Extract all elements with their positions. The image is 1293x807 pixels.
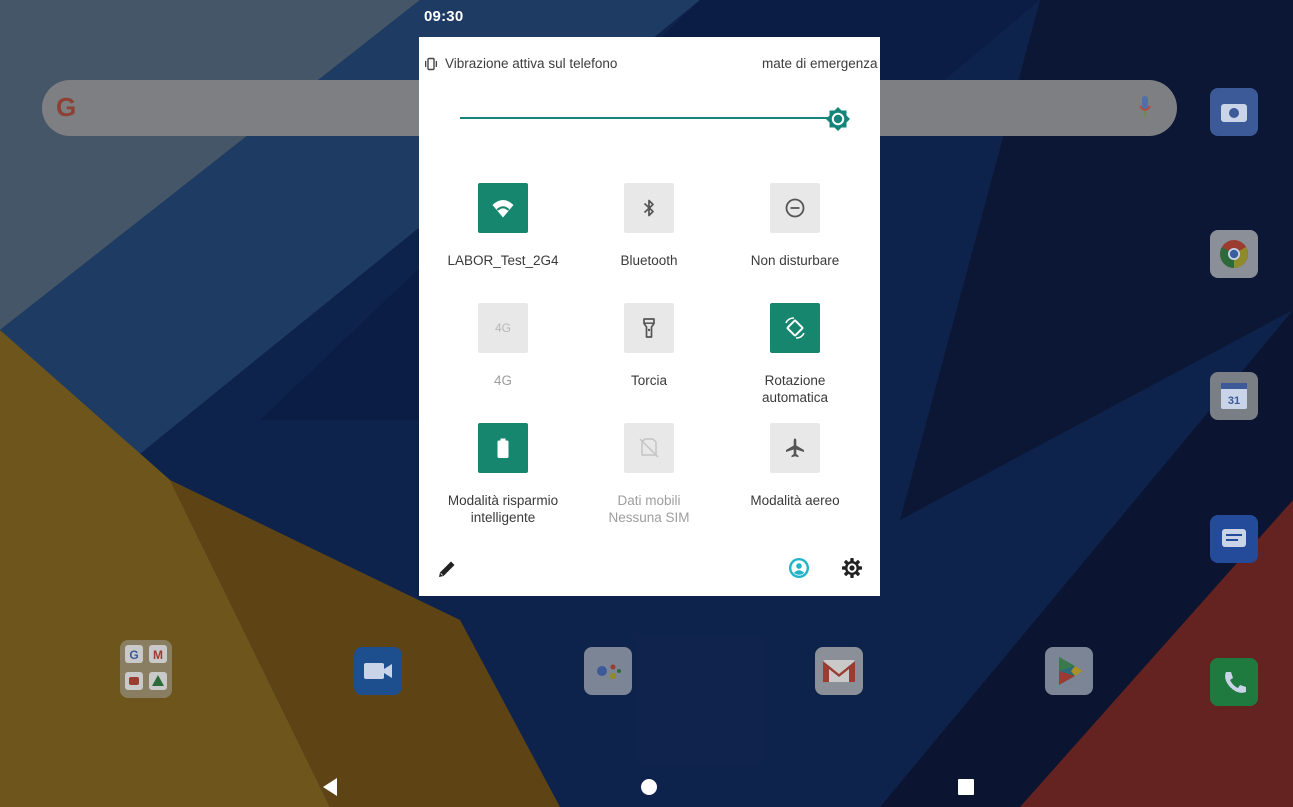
- svg-text:G: G: [129, 648, 138, 662]
- google-folder-icon[interactable]: GM: [120, 640, 172, 698]
- battery-label-primary: Modalità risparmio: [447, 493, 559, 508]
- svg-text:M: M: [153, 648, 163, 662]
- flashlight-icon: [643, 318, 655, 338]
- brightness-track[interactable]: [460, 117, 838, 119]
- battery-tile-button[interactable]: [478, 423, 528, 473]
- battery-icon: [497, 438, 509, 458]
- assistant-icon[interactable]: [584, 647, 632, 695]
- edit-icon[interactable]: [435, 557, 459, 581]
- gmail-icon[interactable]: [815, 647, 863, 695]
- emergency-alerts-text[interactable]: mate di emergenza: [762, 56, 880, 71]
- torch-label-primary: Torcia: [630, 373, 667, 388]
- messages-icon[interactable]: [1210, 515, 1258, 563]
- data-tile-label: Dati mobili Nessuna SIM: [574, 492, 724, 526]
- do-not-disturb-icon: [785, 198, 805, 218]
- bluetooth-tile-label: Bluetooth: [574, 252, 724, 269]
- lte-label-primary: 4G: [493, 373, 512, 388]
- lte-tile-label: 4G: [428, 372, 578, 389]
- lte-icon: 4G: [494, 321, 511, 335]
- tile-data[interactable]: Dati mobili Nessuna SIM: [574, 423, 724, 533]
- user-account-icon[interactable]: [787, 556, 811, 580]
- dnd-label-primary: Non disturbare: [750, 253, 840, 268]
- data-label-primary: Dati mobili: [617, 493, 681, 508]
- wifi-label-primary: LABOR_Test_2G4: [447, 253, 559, 268]
- wifi-tile-button[interactable]: [478, 183, 528, 233]
- lte-tile-button[interactable]: 4G: [478, 303, 528, 353]
- airplane-label-primary: Modalità aereo: [750, 493, 840, 508]
- status-clock: 09:30: [424, 8, 464, 25]
- tile-bluetooth[interactable]: Bluetooth: [574, 183, 724, 293]
- back-icon[interactable]: [318, 775, 342, 799]
- google-logo: G: [56, 92, 77, 122]
- vibrate-icon: [425, 57, 437, 71]
- vibration-status-text: Vibrazione attiva sul telefono: [445, 56, 618, 71]
- dnd-tile-button[interactable]: [770, 183, 820, 233]
- meet-icon[interactable]: [354, 647, 402, 695]
- brightness-slider[interactable]: [460, 105, 852, 133]
- tile-airplane[interactable]: Modalità aereo: [720, 423, 870, 533]
- phone-icon[interactable]: [1210, 658, 1258, 706]
- microphone-icon[interactable]: [1139, 96, 1151, 118]
- auto-rotate-icon: [785, 317, 805, 339]
- tile-rotation[interactable]: Rotazione automatica: [720, 303, 870, 413]
- rotation-label-secondary: automatica: [761, 390, 829, 405]
- chrome-icon[interactable]: [1210, 230, 1258, 278]
- brightness-icon[interactable]: [824, 105, 852, 133]
- no-sim-icon: [639, 438, 659, 458]
- quick-settings-panel: Vibrazione attiva sul telefono mate di e…: [419, 37, 880, 596]
- tile-torch[interactable]: Torcia: [574, 303, 724, 413]
- torch-tile-label: Torcia: [574, 372, 724, 389]
- airplane-icon: [786, 438, 804, 458]
- tile-battery[interactable]: Modalità risparmio intelligente: [428, 423, 578, 533]
- calendar-day: 31: [1228, 395, 1240, 407]
- rotation-label-primary: Rotazione: [764, 373, 826, 388]
- battery-label-secondary: intelligente: [470, 510, 536, 525]
- data-tile-button[interactable]: [624, 423, 674, 473]
- settings-gear-icon[interactable]: [840, 556, 864, 580]
- quick-settings-header: Vibrazione attiva sul telefono mate di e…: [419, 37, 880, 89]
- torch-tile-button[interactable]: [624, 303, 674, 353]
- home-icon[interactable]: [637, 775, 661, 799]
- tile-wifi[interactable]: LABOR_Test_2G4: [428, 183, 578, 293]
- bluetooth-tile-button[interactable]: [624, 183, 674, 233]
- airplane-tile-button[interactable]: [770, 423, 820, 473]
- wifi-tile-label: LABOR_Test_2G4: [428, 252, 578, 269]
- recents-icon[interactable]: [954, 775, 978, 799]
- battery-tile-label: Modalità risparmio intelligente: [428, 492, 578, 526]
- rotation-tile-button[interactable]: [770, 303, 820, 353]
- wifi-icon: [492, 200, 514, 218]
- tile-dnd[interactable]: Non disturbare: [720, 183, 870, 293]
- play-store-icon[interactable]: [1045, 647, 1093, 695]
- tile-lte[interactable]: 4G 4G: [428, 303, 578, 413]
- camera-icon[interactable]: [1210, 88, 1258, 136]
- bluetooth-label-primary: Bluetooth: [620, 253, 678, 268]
- bluetooth-icon: [643, 199, 654, 217]
- calendar-icon[interactable]: 31: [1210, 372, 1258, 420]
- dnd-tile-label: Non disturbare: [720, 252, 870, 269]
- airplane-tile-label: Modalità aereo: [720, 492, 870, 509]
- rotation-tile-label: Rotazione automatica: [720, 372, 870, 406]
- data-label-secondary: Nessuna SIM: [608, 510, 690, 525]
